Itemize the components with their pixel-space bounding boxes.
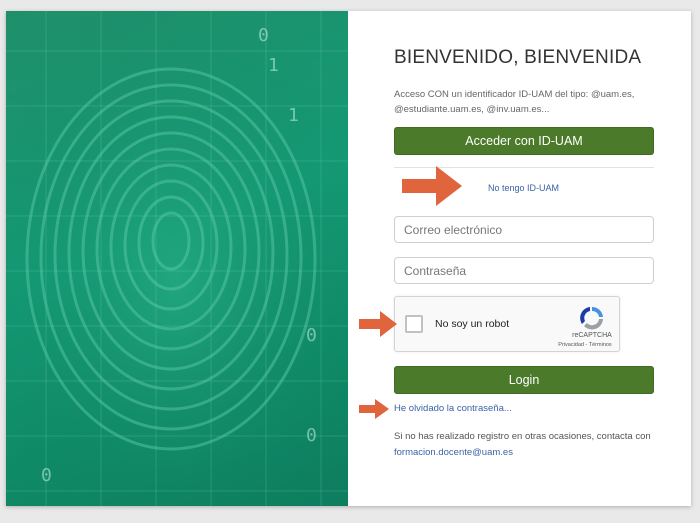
email-field[interactable]: [394, 216, 654, 243]
recaptcha-label: No soy un robot: [435, 318, 510, 330]
password-field[interactable]: [394, 257, 654, 284]
arrow-right-icon: [359, 399, 389, 419]
svg-text:1: 1: [268, 55, 279, 76]
recaptcha-links[interactable]: Privacidad - Términos: [551, 342, 619, 348]
svg-text:0: 0: [258, 25, 269, 46]
arrow-right-icon: [359, 311, 397, 337]
recaptcha-widget: No soy un robot reCAPTCHA Privacidad - T…: [394, 296, 620, 352]
no-id-uam-link[interactable]: No tengo ID-UAM: [488, 183, 559, 193]
recaptcha-checkbox[interactable]: [405, 315, 423, 333]
login-form: BIENVENIDO, BIENVENIDA Acceso CON un ide…: [348, 11, 691, 506]
contact-email-link[interactable]: formacion.docente@uam.es: [394, 447, 513, 458]
svg-text:0: 0: [306, 425, 317, 446]
login-card: 0 1 1 0 0 0 BIENVENIDO, BIENVENIDA Acces…: [6, 11, 691, 506]
page-title: BIENVENIDO, BIENVENIDA: [394, 47, 642, 68]
login-button[interactable]: Login: [394, 366, 654, 394]
recaptcha-logo-icon: [580, 306, 603, 330]
fingerprint-graphic: 0 1 1 0 0 0: [6, 11, 348, 506]
arrow-right-icon: [402, 166, 462, 206]
svg-text:1: 1: [288, 105, 299, 126]
id-uam-login-button[interactable]: Acceder con ID-UAM: [394, 127, 654, 155]
footer-text: Si no has realizado registro en otras oc…: [394, 431, 651, 442]
svg-text:0: 0: [41, 465, 52, 486]
footer-note: Si no has realizado registro en otras oc…: [394, 429, 664, 461]
intro-text: Acceso CON un identificador ID-UAM del t…: [394, 89, 635, 115]
forgot-password-link[interactable]: He olvidado la contraseña...: [394, 403, 512, 414]
recaptcha-brand: reCAPTCHA: [572, 332, 612, 339]
svg-text:0: 0: [306, 325, 317, 346]
fingerprint-hero-image: 0 1 1 0 0 0: [6, 11, 348, 506]
